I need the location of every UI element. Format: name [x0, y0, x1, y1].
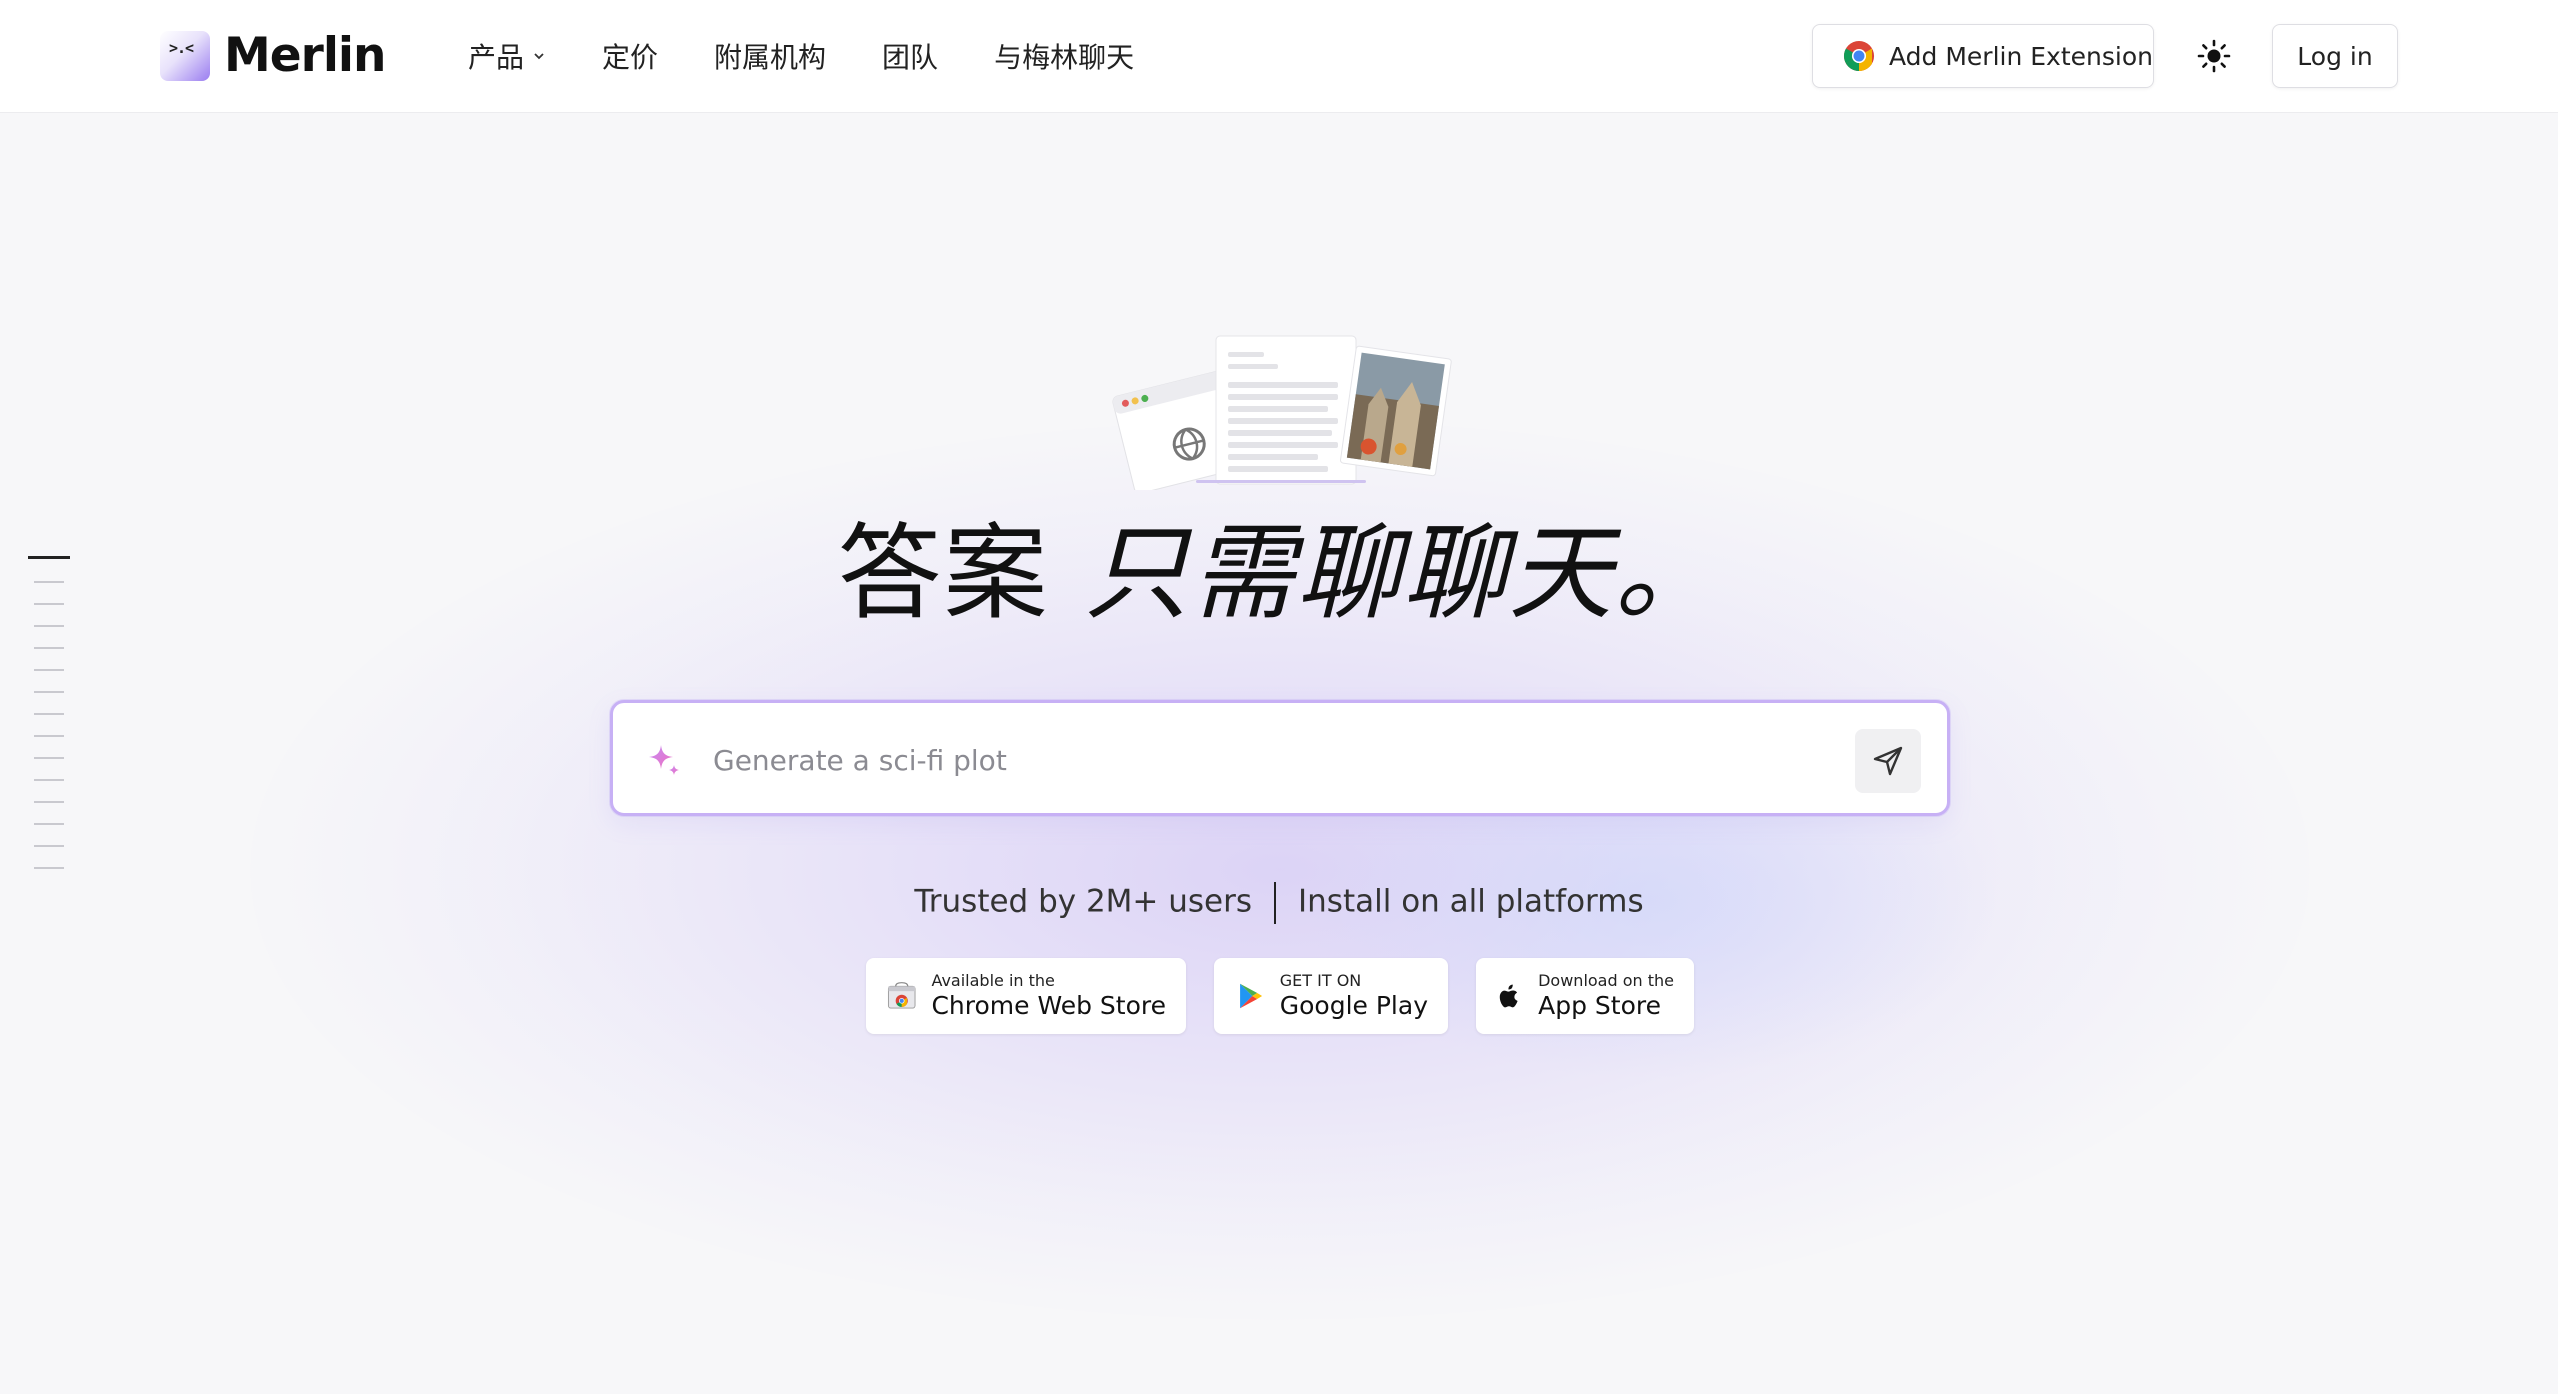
app-store-badge[interactable]: Download on the App Store: [1476, 958, 1694, 1034]
toc-line[interactable]: [34, 845, 64, 847]
send-icon: [1873, 746, 1903, 776]
nav-item-affiliates[interactable]: 附属机构: [714, 36, 826, 76]
prompt-input[interactable]: [713, 733, 1773, 787]
chevron-down-icon: [534, 53, 544, 60]
store-badges: Available in the Chrome Web Store GET IT…: [866, 958, 1722, 1034]
sparkle-icon: [649, 745, 679, 775]
trusted-text: Trusted by 2M+ users: [914, 883, 1253, 920]
toc-line[interactable]: [34, 779, 64, 781]
divider: [1274, 882, 1277, 924]
top-header: >.< Merlin 产品 定价 附属机构 团队 与梅林聊天 Add Merli…: [0, 0, 2558, 113]
main-nav: 产品 定价 附属机构 团队 与梅林聊天: [468, 36, 1190, 76]
apple-icon: [1499, 984, 1518, 1008]
merlin-logo-icon: >.<: [160, 30, 210, 81]
nav-item-products[interactable]: 产品: [468, 36, 546, 76]
add-extension-button[interactable]: Add Merlin Extension: [1812, 24, 2154, 88]
toc-line[interactable]: [34, 867, 64, 869]
chrome-icon: [1843, 40, 1875, 72]
install-text: Install on all platforms: [1298, 883, 1644, 920]
chrome-web-store-icon: [887, 982, 916, 1009]
hero-headline: 答案 只需聊聊天。: [0, 488, 2558, 639]
badge-chrome-big: Chrome Web Store: [931, 991, 1166, 1020]
nav-item-chat-with-merlin[interactable]: 与梅林聊天: [994, 36, 1134, 76]
nav-item-team[interactable]: 团队: [882, 36, 938, 76]
headline-italic: 只需聊聊天。: [1084, 512, 1721, 634]
sun-icon[interactable]: [2196, 38, 2232, 74]
toc-line[interactable]: [34, 647, 64, 649]
google-play-badge[interactable]: GET IT ON Google Play: [1214, 958, 1448, 1034]
headline-plain: 答案: [837, 512, 1085, 634]
brand-name: Merlin: [224, 28, 387, 83]
nav-item-products-label: 产品: [468, 41, 525, 74]
add-extension-label: Add Merlin Extension: [1889, 41, 2153, 71]
logo-mark-face: >.<: [169, 38, 194, 57]
nav-item-pricing[interactable]: 定价: [602, 36, 658, 76]
hero-illustration: [1112, 335, 1452, 490]
merlin-logo[interactable]: >.< Merlin: [160, 28, 387, 83]
login-button[interactable]: Log in: [2272, 24, 2398, 88]
toc-line[interactable]: [34, 801, 64, 803]
google-play-icon: [1240, 983, 1263, 1009]
badge-google-big: Google Play: [1279, 991, 1428, 1020]
trusted-line: Trusted by 2M+ users Install on all platf…: [0, 882, 2558, 924]
badge-google-small: GET IT ON: [1279, 971, 1362, 990]
toc-line[interactable]: [34, 713, 64, 715]
page: >.< Merlin 产品 定价 附属机构 团队 与梅林聊天 Add Merli…: [0, 0, 2558, 1394]
toc-line[interactable]: [34, 669, 64, 671]
badge-apple-small: Download on the: [1538, 971, 1674, 990]
badge-apple-big: App Store: [1538, 991, 1661, 1020]
toc-line[interactable]: [34, 735, 64, 737]
chrome-web-store-badge[interactable]: Available in the Chrome Web Store: [866, 958, 1186, 1034]
prompt-box: [610, 700, 1950, 816]
badge-chrome-small: Available in the: [931, 971, 1055, 990]
toc-line[interactable]: [34, 757, 64, 759]
toc-line[interactable]: [34, 823, 64, 825]
send-button[interactable]: [1855, 729, 1921, 793]
toc-line[interactable]: [34, 691, 64, 693]
